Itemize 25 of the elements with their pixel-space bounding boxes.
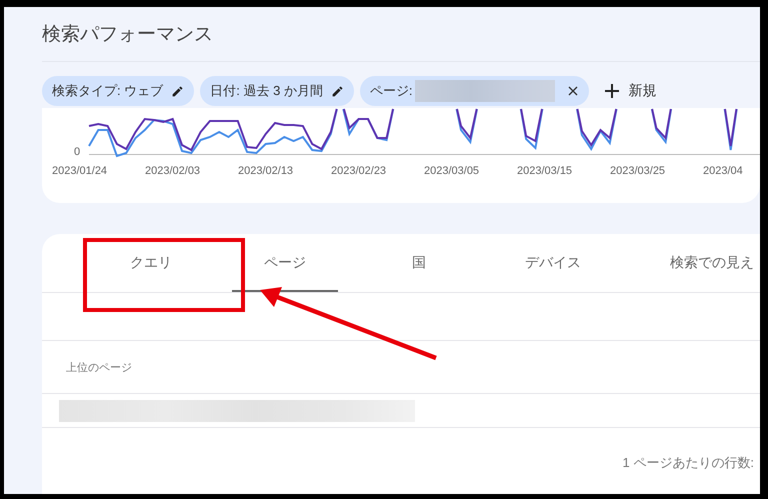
rows-per-page-label: 1 ページあたりの行数:: [622, 454, 754, 472]
new-filter-button[interactable]: 新規: [594, 82, 657, 100]
axis-date-label: 2023/01/24: [52, 165, 108, 177]
axis-date-label: 2023/03/15: [517, 165, 574, 177]
pencil-icon[interactable]: [330, 84, 344, 98]
pencil-icon[interactable]: [171, 84, 184, 98]
filter-chip[interactable]: 日付: 過去 3 か月間: [200, 76, 354, 106]
plus-icon: [604, 84, 619, 98]
axis-date-label: 2023/03/25: [610, 165, 666, 177]
axis-date-label: 2023/02/03: [145, 165, 202, 177]
axis-date-label: 2023/03/05: [424, 165, 480, 177]
tab[interactable]: ページ: [218, 234, 352, 292]
column-header: 上位のページ: [66, 360, 132, 374]
tab[interactable]: クエリ: [84, 234, 218, 292]
close-icon[interactable]: [566, 85, 579, 97]
tab[interactable]: デバイス: [486, 234, 620, 292]
page-title: 検索パフォーマンス: [42, 23, 213, 47]
axis-tick-label: 0: [74, 146, 80, 158]
filter-chip[interactable]: 検索タイプ: ウェブ: [42, 76, 194, 106]
tab[interactable]: 検索での見え: [670, 234, 754, 292]
axis-date-label: 2023/02/23: [331, 165, 388, 177]
axis-date-label: 2023/04: [703, 165, 744, 177]
filter-chip[interactable]: ページ:: [360, 76, 589, 106]
tab[interactable]: 国: [352, 234, 486, 292]
axis-date-label: 2023/02/13: [238, 165, 294, 177]
